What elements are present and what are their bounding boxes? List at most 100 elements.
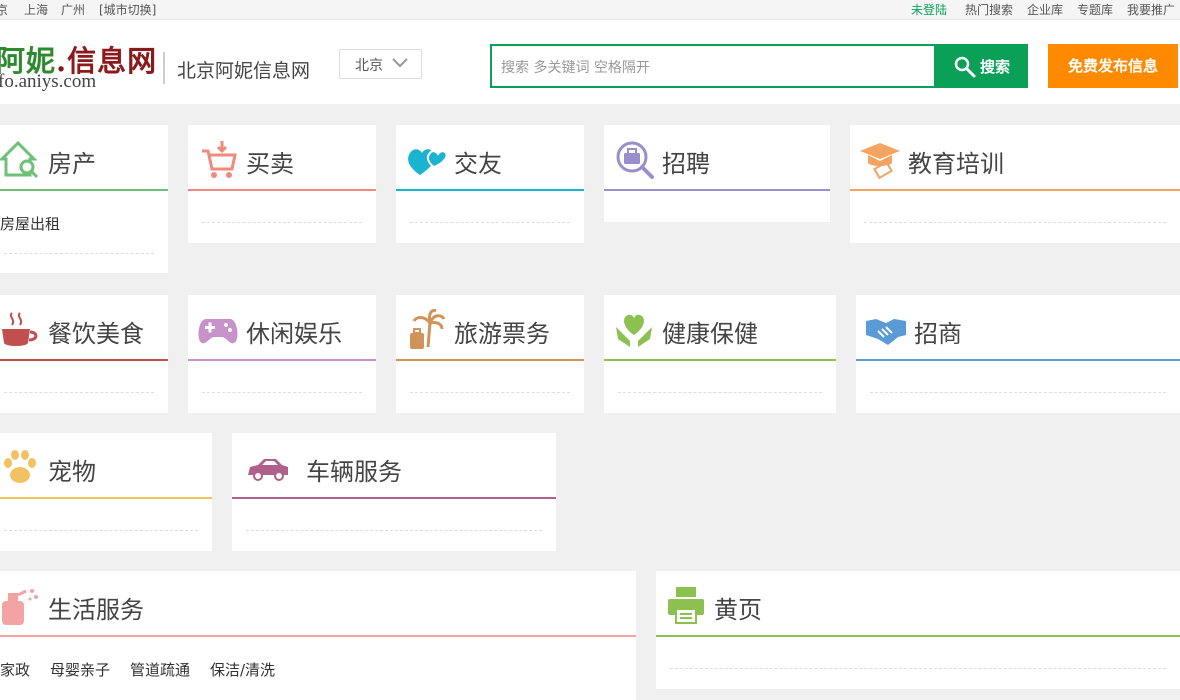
category-header-vehicles[interactable]: 车辆服务 (232, 433, 556, 499)
category-divider (604, 359, 836, 361)
category-title: 休闲娱乐 (246, 320, 342, 348)
printer-icon (668, 587, 704, 624)
category-card-dating: 交友 (396, 125, 584, 243)
category-link[interactable]: 房屋出租 (0, 213, 60, 234)
hot-search-link[interactable]: 热门搜索 (965, 1, 1013, 18)
category-link[interactable]: 母婴亲子 (50, 659, 110, 680)
dashed-divider (202, 392, 362, 393)
category-divider (396, 189, 584, 191)
category-divider (604, 189, 830, 191)
category-card-yellow-pages: 黄页 (656, 571, 1180, 689)
login-status-link[interactable]: 未登陆 (911, 1, 947, 18)
category-header-investment[interactable]: 招商 (856, 295, 1180, 361)
category-card-leisure: 休闲娱乐 (188, 295, 376, 413)
city-link-shanghai[interactable]: 上海 (24, 1, 48, 18)
briefcase-search-icon (616, 141, 654, 179)
category-header-food[interactable]: 餐饮美食 (0, 295, 168, 361)
dashed-divider (410, 222, 570, 223)
dashed-divider (670, 668, 1166, 669)
category-card-trade: 买卖 (188, 125, 376, 243)
category-card-education: 教育培训 (850, 125, 1180, 243)
category-title: 健康保健 (662, 320, 758, 348)
city-switch-link[interactable]: [城市切换] (99, 1, 156, 18)
coffee-cup-icon (2, 312, 38, 346)
dashed-divider (864, 222, 1166, 223)
dashed-divider (4, 530, 198, 531)
category-divider (396, 359, 584, 361)
category-header-house[interactable]: 房产 (0, 125, 168, 191)
city-select[interactable]: 北京 (339, 49, 422, 79)
category-card-life-services: 生活服务 家政 母婴亲子 管道疏通 保洁/清洗 (0, 571, 636, 700)
car-icon (248, 459, 288, 481)
site-header: 阿妮.信息网 fo.aniys.com 北京阿妮信息网 北京 搜索 多关键词 空… (0, 20, 1180, 104)
category-title: 交友 (454, 150, 502, 178)
category-header-pets[interactable]: 宠物 (0, 433, 212, 499)
category-card-house: 房产 房屋出租 (0, 125, 168, 273)
category-divider (188, 359, 376, 361)
category-divider (232, 497, 556, 499)
palm-luggage-icon (410, 309, 446, 349)
category-header-jobs[interactable]: 招聘 (604, 125, 830, 191)
city-select-value: 北京 (355, 58, 383, 74)
shopping-cart-icon (202, 141, 237, 178)
city-link-guangzhou[interactable]: 广州 (61, 1, 85, 18)
category-header-yellow-pages[interactable]: 黄页 (656, 571, 1180, 637)
category-title: 车辆服务 (306, 458, 402, 486)
top-bar: 京 上海 广州 [城市切换] 未登陆 热门搜索 企业库 专题库 我要推广 (0, 0, 1180, 20)
heart-hands-icon (616, 314, 652, 347)
dashed-divider (202, 222, 362, 223)
enterprise-library-link[interactable]: 企业库 (1027, 1, 1063, 18)
category-divider (850, 189, 1180, 191)
category-link[interactable]: 管道疏通 (130, 659, 190, 680)
topic-library-link[interactable]: 专题库 (1077, 1, 1113, 18)
category-header-travel[interactable]: 旅游票务 (396, 295, 584, 361)
category-card-pets: 宠物 (0, 433, 212, 551)
chevron-down-icon (392, 58, 408, 68)
search-input[interactable]: 搜索 多关键词 空格隔开 (490, 44, 936, 88)
house-search-icon (0, 140, 39, 179)
publish-button[interactable]: 免费发布信息 (1048, 44, 1178, 88)
dashed-divider (410, 392, 570, 393)
category-divider (856, 359, 1180, 361)
category-card-jobs: 招聘 (604, 125, 830, 222)
category-divider (188, 189, 376, 191)
hearts-icon (408, 149, 448, 175)
category-card-vehicles: 车辆服务 (232, 433, 556, 551)
category-header-leisure[interactable]: 休闲娱乐 (188, 295, 376, 361)
search-button-label: 搜索 (980, 58, 1011, 76)
search-icon (954, 56, 976, 78)
category-divider (656, 635, 1180, 637)
category-card-food: 餐饮美食 (0, 295, 168, 413)
dashed-divider (618, 392, 822, 393)
category-header-education[interactable]: 教育培训 (850, 125, 1180, 191)
category-link[interactable]: 家政 (0, 659, 30, 680)
category-title: 旅游票务 (454, 320, 550, 348)
category-card-investment: 招商 (856, 295, 1180, 413)
dashed-divider (246, 530, 542, 531)
category-header-dating[interactable]: 交友 (396, 125, 584, 191)
gamepad-icon (198, 319, 238, 344)
category-link[interactable]: 保洁/清洗 (210, 659, 275, 680)
promote-link[interactable]: 我要推广 (1127, 1, 1175, 18)
category-divider (0, 497, 212, 499)
category-header-health[interactable]: 健康保健 (604, 295, 836, 361)
category-header-life-services[interactable]: 生活服务 (0, 571, 636, 637)
category-title: 房产 (48, 150, 96, 178)
dashed-divider (4, 253, 154, 254)
category-header-trade[interactable]: 买卖 (188, 125, 376, 191)
category-divider (0, 189, 168, 191)
site-name: 北京阿妮信息网 (177, 60, 311, 82)
category-card-travel: 旅游票务 (396, 295, 584, 413)
search-button[interactable]: 搜索 (936, 44, 1028, 88)
logo-domain: fo.aniys.com (0, 71, 97, 92)
category-title: 生活服务 (48, 596, 144, 624)
category-title: 黄页 (714, 596, 762, 624)
category-title: 买卖 (246, 150, 294, 178)
city-link-beijing[interactable]: 京 (0, 1, 8, 18)
logo-divider (163, 52, 165, 84)
category-divider (0, 635, 636, 637)
category-divider (0, 359, 168, 361)
category-title: 餐饮美食 (48, 320, 144, 348)
cleaning-spray-icon (2, 589, 38, 625)
search-placeholder: 搜索 多关键词 空格隔开 (501, 60, 650, 76)
